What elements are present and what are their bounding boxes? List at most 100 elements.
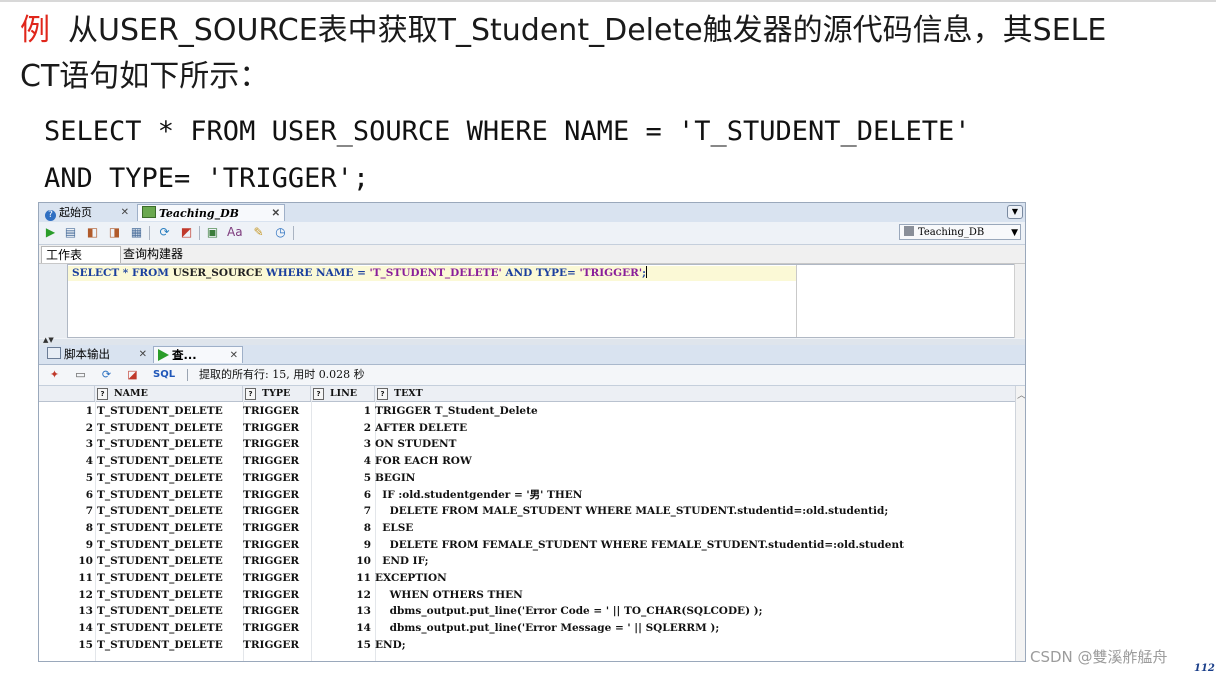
cell-type: TRIGGER bbox=[243, 538, 300, 551]
cell-name: T_STUDENT_DELETE bbox=[97, 505, 223, 518]
explain-plan-icon[interactable]: ▦ bbox=[129, 225, 144, 240]
tab-query-builder[interactable]: 查询构建器 bbox=[119, 246, 217, 262]
editor-scrollbar[interactable] bbox=[1014, 264, 1025, 338]
grid-vertical-scrollbar[interactable]: ︿ bbox=[1015, 386, 1025, 661]
cell-type: TRIGGER bbox=[243, 421, 300, 434]
format-icon[interactable]: Aa bbox=[227, 225, 243, 240]
tab-query-result[interactable]: 查... ✕ bbox=[153, 346, 243, 363]
table-row[interactable]: 13 T_STUDENT_DELETE TRIGGER 13 dbms_output.… bbox=[39, 603, 1015, 620]
connection-selector[interactable]: Teaching_DB ▼ bbox=[899, 224, 1021, 240]
text-cursor bbox=[645, 266, 647, 278]
right-margin-line bbox=[796, 265, 797, 337]
cell-line: 2 bbox=[363, 421, 371, 434]
tab-start-page[interactable]: ? 起始页 ✕ bbox=[41, 204, 133, 221]
clear-icon[interactable]: ◩ bbox=[179, 225, 194, 240]
document-tab-bar: ? 起始页 ✕ Teaching_DB ✕ ▼ bbox=[39, 203, 1025, 223]
cell-type: TRIGGER bbox=[243, 605, 300, 618]
ide-window: ? 起始页 ✕ Teaching_DB ✕ ▼ ▶ ▤ ◧ ◨ ▦ ⟳ ◩ ▣ A… bbox=[38, 202, 1026, 662]
sql-editor[interactable]: SELECT * FROM USER_SOURCE WHERE NAME = '… bbox=[67, 264, 1015, 338]
cell-line: 3 bbox=[363, 438, 371, 451]
print-icon[interactable]: ▭ bbox=[73, 368, 88, 382]
sql-token: * bbox=[119, 267, 132, 279]
cell-line: 6 bbox=[363, 488, 371, 501]
sql-token: TYPE= bbox=[532, 267, 580, 279]
commit-icon[interactable]: ◧ bbox=[85, 225, 100, 240]
table-row[interactable]: 8 T_STUDENT_DELETE TRIGGER 8 ELSE bbox=[39, 520, 1015, 537]
output-tab-bar: 脚本输出 ✕ 查... ✕ bbox=[39, 345, 1025, 365]
table-row[interactable]: 1 T_STUDENT_DELETE TRIGGER 1 TRIGGER T_Stude… bbox=[39, 403, 1015, 420]
play-icon bbox=[158, 349, 169, 361]
table-row[interactable]: 4 T_STUDENT_DELETE TRIGGER 4 FOR EACH ROW bbox=[39, 453, 1015, 470]
cell-text: AFTER DELETE bbox=[375, 421, 468, 434]
row-number: 7 bbox=[85, 505, 93, 518]
table-row[interactable]: 7 T_STUDENT_DELETE TRIGGER 7 DELETE FROM MA… bbox=[39, 503, 1015, 520]
cell-line: 10 bbox=[356, 555, 371, 568]
row-number: 13 bbox=[78, 605, 93, 618]
cell-type: TRIGGER bbox=[243, 555, 300, 568]
table-row[interactable]: 10 T_STUDENT_DELETE TRIGGER 10 END IF; bbox=[39, 553, 1015, 570]
column-header-line[interactable]: ? LINE bbox=[311, 386, 375, 401]
cell-type: TRIGGER bbox=[243, 405, 300, 417]
table-row[interactable]: 5 T_STUDENT_DELETE TRIGGER 5 BEGIN bbox=[39, 470, 1015, 487]
key-icon: ? bbox=[377, 388, 388, 400]
pin-icon[interactable]: ✦ bbox=[47, 368, 62, 382]
run-script-icon[interactable]: ▤ bbox=[63, 225, 78, 240]
chevron-up-icon[interactable]: ︿ bbox=[1017, 388, 1025, 401]
tab-worksheet[interactable]: 工作表 bbox=[41, 246, 121, 263]
fetch-status: 提取的所有行: 15, 用时 0.028 秒 bbox=[199, 368, 365, 381]
sql-link[interactable]: SQL bbox=[153, 368, 175, 382]
cell-text: DELETE FROM FEMALE_STUDENT WHERE FEMALE_… bbox=[375, 538, 904, 551]
row-number: 11 bbox=[78, 572, 93, 584]
table-row[interactable]: 15 T_STUDENT_DELETE TRIGGER 15 END; bbox=[39, 637, 1015, 654]
row-number: 12 bbox=[78, 588, 93, 601]
column-label: NAME bbox=[114, 388, 148, 399]
column-header-text[interactable]: ? TEXT bbox=[375, 386, 1015, 401]
history-icon[interactable]: ◷ bbox=[273, 225, 288, 240]
cell-type: TRIGGER bbox=[243, 455, 300, 468]
cell-line: 4 bbox=[363, 455, 371, 468]
sql-token: USER_SOURCE bbox=[168, 267, 266, 279]
cell-text: END IF; bbox=[375, 555, 429, 568]
cell-name: T_STUDENT_DELETE bbox=[97, 471, 223, 484]
close-icon[interactable]: ✕ bbox=[272, 205, 280, 222]
row-number: 1 bbox=[85, 405, 93, 417]
refresh-icon[interactable]: ⟳ bbox=[99, 368, 114, 382]
cell-name: T_STUDENT_DELETE bbox=[97, 521, 223, 534]
eraser-icon[interactable]: ✎ bbox=[251, 225, 266, 240]
sql-token: NAME = bbox=[312, 267, 370, 279]
rollback-icon[interactable]: ◨ bbox=[107, 225, 122, 240]
table-row[interactable]: 3 T_STUDENT_DELETE TRIGGER 3 ON STUDENT bbox=[39, 436, 1015, 453]
tab-script-output[interactable]: 脚本输出 ✕ bbox=[43, 346, 151, 363]
table-row[interactable]: 9 T_STUDENT_DELETE TRIGGER 9 DELETE FROM FE… bbox=[39, 537, 1015, 554]
cell-text: BEGIN bbox=[375, 471, 416, 484]
cell-name: T_STUDENT_DELETE bbox=[97, 588, 223, 601]
table-row[interactable]: 11 T_STUDENT_DELETE TRIGGER 11 EXCEPTION bbox=[39, 570, 1015, 587]
cell-name: T_STUDENT_DELETE bbox=[97, 572, 223, 584]
cell-name: T_STUDENT_DELETE bbox=[97, 538, 223, 551]
table-row[interactable]: 6 T_STUDENT_DELETE TRIGGER 6 IF :old.studen… bbox=[39, 487, 1015, 504]
slide-heading: 例从USER_SOURCE表中获取T_Student_Delete触发器的源代码… bbox=[20, 8, 1200, 100]
tab-teaching-db[interactable]: Teaching_DB ✕ bbox=[137, 204, 285, 221]
table-row[interactable]: 2 T_STUDENT_DELETE TRIGGER 2 AFTER DELETE bbox=[39, 420, 1015, 437]
column-header-name[interactable]: ? NAME bbox=[95, 386, 243, 401]
sql-tuning-icon[interactable]: ▣ bbox=[205, 225, 220, 240]
run-statement-icon[interactable]: ▶ bbox=[43, 225, 58, 240]
splitter-arrows-icon[interactable]: ▲▼ bbox=[43, 337, 54, 344]
table-row[interactable]: 12 T_STUDENT_DELETE TRIGGER 12 WHEN OTHERS … bbox=[39, 587, 1015, 604]
help-icon: ? bbox=[45, 210, 56, 221]
export-icon[interactable]: ◪ bbox=[125, 368, 140, 382]
sql-keyword: FROM bbox=[131, 267, 169, 279]
column-header-type[interactable]: ? TYPE bbox=[243, 386, 311, 401]
table-row[interactable]: 14 T_STUDENT_DELETE TRIGGER 14 dbms_output.… bbox=[39, 620, 1015, 637]
close-icon[interactable]: ✕ bbox=[139, 346, 147, 363]
close-icon[interactable]: ✕ bbox=[230, 347, 238, 364]
cell-text: EXCEPTION bbox=[375, 572, 447, 584]
autotrace-icon[interactable]: ⟳ bbox=[157, 225, 172, 240]
window-menu-icon[interactable]: ▼ bbox=[1007, 205, 1023, 219]
editor-gutter bbox=[39, 264, 67, 338]
close-icon[interactable]: ✕ bbox=[121, 204, 129, 221]
connection-name: Teaching_DB bbox=[918, 227, 985, 238]
row-number: 2 bbox=[85, 421, 93, 434]
worksheet-subtabs: 工作表 查询构建器 bbox=[39, 245, 1025, 264]
database-icon bbox=[904, 226, 914, 236]
